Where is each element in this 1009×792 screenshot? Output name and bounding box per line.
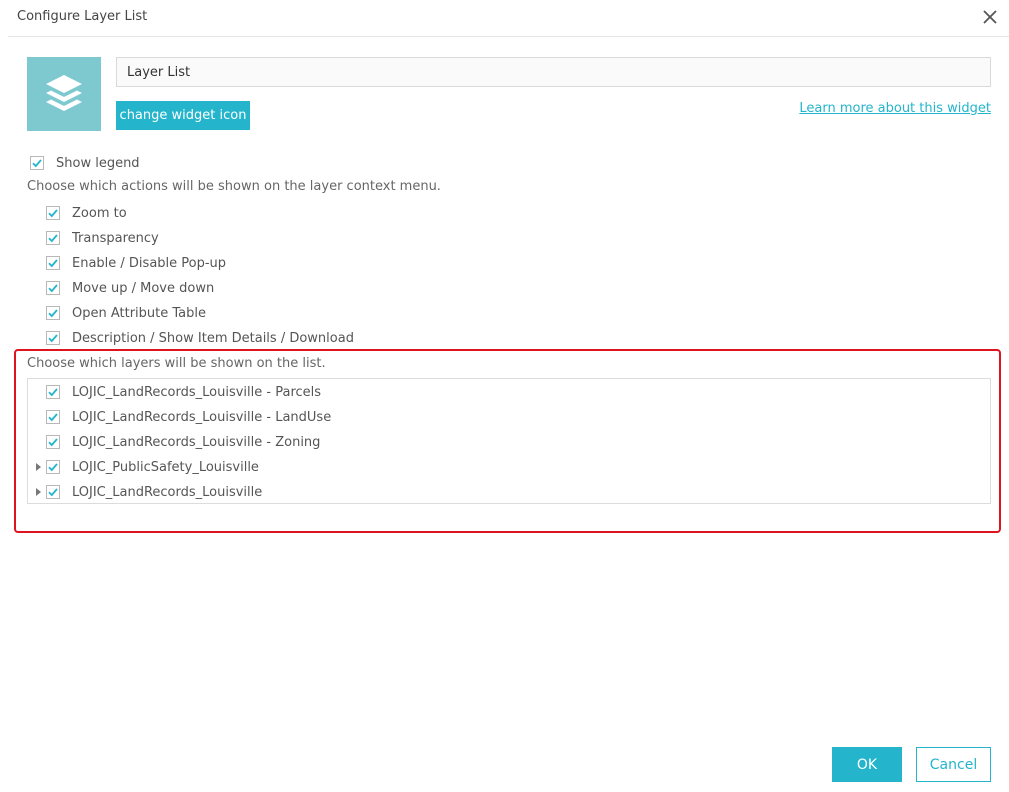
action-label: Zoom to bbox=[72, 205, 127, 221]
show-legend-option[interactable]: Show legend bbox=[30, 153, 140, 173]
layer-label: LOJIC_LandRecords_Louisville - Parcels bbox=[72, 384, 322, 400]
expand-arrow-icon[interactable] bbox=[34, 456, 42, 478]
action-option-move[interactable]: Move up / Move down bbox=[46, 278, 214, 298]
action-checkbox[interactable] bbox=[46, 256, 60, 270]
layers-icon bbox=[46, 75, 82, 111]
close-icon[interactable] bbox=[979, 6, 1001, 28]
action-checkbox[interactable] bbox=[46, 231, 60, 245]
checkmark-icon bbox=[48, 334, 58, 343]
action-label: Move up / Move down bbox=[72, 280, 215, 296]
action-option-description[interactable]: Description / Show Item Details / Downlo… bbox=[46, 328, 354, 348]
checkmark-icon bbox=[48, 438, 58, 447]
action-checkbox[interactable] bbox=[46, 306, 60, 320]
ok-button[interactable]: OK bbox=[832, 747, 902, 782]
layer-checkbox[interactable] bbox=[46, 435, 60, 449]
layer-label: LOJIC_LandRecords_Louisville - Zoning bbox=[72, 434, 321, 450]
learn-more-link[interactable]: Learn more about this widget bbox=[799, 101, 991, 116]
action-checkbox[interactable] bbox=[46, 331, 60, 345]
layer-label: LOJIC_PublicSafety_Louisville bbox=[72, 459, 259, 475]
checkmark-icon bbox=[32, 159, 42, 168]
actions-heading: Choose which actions will be shown on th… bbox=[27, 179, 441, 194]
action-checkbox[interactable] bbox=[46, 281, 60, 295]
action-label: Open Attribute Table bbox=[72, 305, 207, 321]
checkmark-icon bbox=[48, 488, 58, 497]
dialog-title: Configure Layer List bbox=[17, 9, 148, 24]
action-option-zoom-to[interactable]: Zoom to bbox=[46, 203, 127, 223]
widget-name-input[interactable] bbox=[116, 57, 991, 87]
checkmark-icon bbox=[48, 259, 58, 268]
action-label: Transparency bbox=[72, 230, 159, 246]
checkmark-icon bbox=[48, 413, 58, 422]
layer-checkbox[interactable] bbox=[46, 460, 60, 474]
layer-checkbox[interactable] bbox=[46, 410, 60, 424]
layer-checkbox[interactable] bbox=[46, 485, 60, 499]
checkmark-icon bbox=[48, 309, 58, 318]
checkmark-icon bbox=[48, 463, 58, 472]
action-option-attribute-table[interactable]: Open Attribute Table bbox=[46, 303, 206, 323]
layer-item[interactable]: LOJIC_PublicSafety_Louisville bbox=[46, 456, 259, 478]
action-option-transparency[interactable]: Transparency bbox=[46, 228, 159, 248]
layer-checkbox[interactable] bbox=[46, 385, 60, 399]
action-label: Description / Show Item Details / Downlo… bbox=[72, 330, 354, 346]
change-widget-icon-button[interactable]: change widget icon bbox=[116, 101, 250, 130]
action-checkbox[interactable] bbox=[46, 206, 60, 220]
checkmark-icon bbox=[48, 388, 58, 397]
action-option-popup[interactable]: Enable / Disable Pop-up bbox=[46, 253, 226, 273]
checkmark-icon bbox=[48, 209, 58, 218]
checkmark-icon bbox=[48, 284, 58, 293]
show-legend-label: Show legend bbox=[56, 155, 140, 171]
action-label: Enable / Disable Pop-up bbox=[72, 255, 227, 271]
layer-item[interactable]: LOJIC_LandRecords_Louisville - Zoning bbox=[46, 431, 320, 453]
cancel-button[interactable]: Cancel bbox=[916, 747, 991, 782]
layer-item[interactable]: LOJIC_LandRecords_Louisville - Parcels bbox=[46, 381, 321, 403]
layer-item[interactable]: LOJIC_LandRecords_Louisville bbox=[46, 481, 262, 503]
checkmark-icon bbox=[48, 234, 58, 243]
widget-icon-tile bbox=[27, 57, 101, 131]
show-legend-checkbox[interactable] bbox=[30, 156, 44, 170]
layer-label: LOJIC_LandRecords_Louisville - LandUse bbox=[72, 409, 332, 425]
layer-tree: LOJIC_LandRecords_Louisville - Parcels L… bbox=[27, 378, 991, 504]
layer-label: LOJIC_LandRecords_Louisville bbox=[72, 484, 263, 500]
layer-item[interactable]: LOJIC_LandRecords_Louisville - LandUse bbox=[46, 406, 331, 428]
header-divider bbox=[8, 36, 1009, 37]
expand-arrow-icon[interactable] bbox=[34, 481, 42, 503]
layers-heading: Choose which layers will be shown on the… bbox=[27, 356, 326, 371]
